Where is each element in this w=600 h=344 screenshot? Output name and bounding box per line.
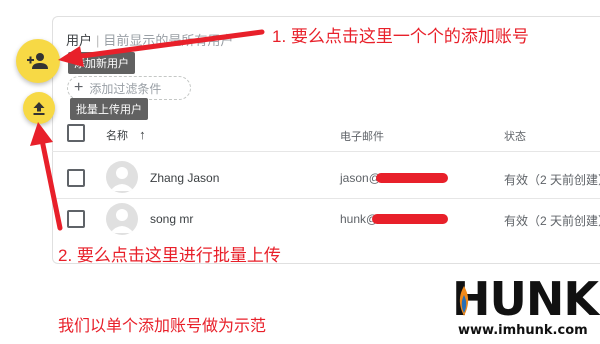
annotation-example: 我们以单个添加账号做为示范 (58, 318, 267, 335)
watermark-url: www.imhunk.com (458, 323, 588, 338)
arrow-to-add-button (58, 29, 265, 67)
hunk-watermark-logo: HUNK www.imhunk.com (452, 272, 599, 344)
annotation-step-1: 1. 要么点击这里一个个的添加账号 (272, 27, 529, 46)
annotation-step-2: 2. 要么点击这里进行批量上传 (58, 246, 281, 265)
watermark-brand: HUNK (452, 272, 599, 326)
flame-icon (459, 286, 469, 316)
arrow-to-upload-button (30, 122, 63, 231)
